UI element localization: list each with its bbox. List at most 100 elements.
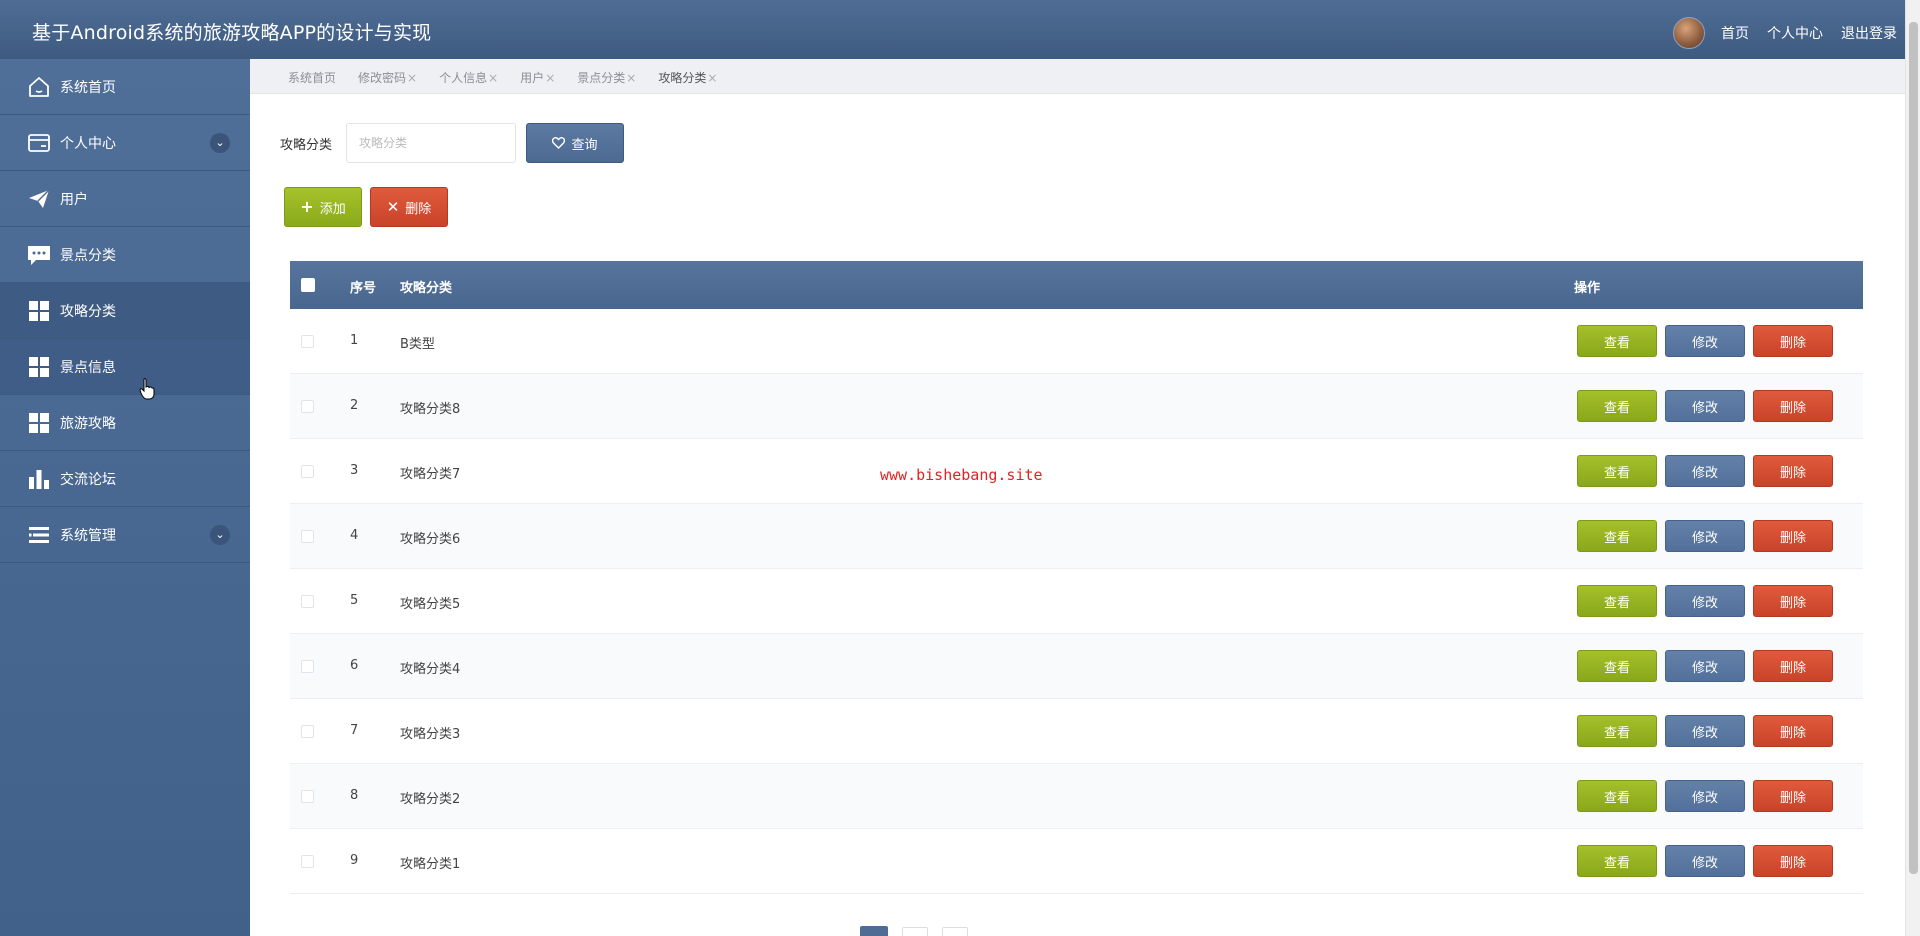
tabs-bar: 系统首页 修改密码× 个人信息× 用户× 景点分类× 攻略分类× — [250, 59, 1905, 94]
edit-button[interactable]: 修改 — [1665, 390, 1745, 422]
row-name: 攻略分类6 — [400, 532, 461, 547]
sidebar-item-label: 景点信息 — [60, 359, 116, 376]
delete-button[interactable]: 删除 — [1753, 585, 1833, 617]
chevron-down-icon[interactable]: ⌄ — [210, 132, 230, 153]
search-input[interactable] — [346, 123, 516, 163]
edit-button[interactable]: 修改 — [1665, 325, 1745, 357]
delete-button[interactable]: 删除 — [1753, 715, 1833, 747]
page-jump-input[interactable] — [942, 927, 968, 936]
close-icon[interactable]: × — [545, 71, 555, 85]
delete-button[interactable]: 删除 — [1753, 390, 1833, 422]
view-button[interactable]: 查看 — [1577, 455, 1657, 487]
add-button[interactable]: + 添加 — [284, 187, 362, 227]
scrollbar-thumb[interactable] — [1909, 22, 1918, 874]
tab-guide-category[interactable]: 攻略分类× — [658, 69, 717, 86]
edit-button[interactable]: 修改 — [1665, 780, 1745, 812]
row-name: 攻略分类3 — [400, 727, 461, 742]
view-button[interactable]: 查看 — [1577, 520, 1657, 552]
close-icon[interactable]: × — [488, 71, 498, 85]
grid-icon — [26, 354, 52, 380]
delete-button[interactable]: 删除 — [1753, 520, 1833, 552]
row-seq: 1 — [350, 333, 359, 348]
sidebar-item-label: 系统管理 — [60, 527, 116, 544]
row-checkbox[interactable] — [301, 400, 314, 413]
delete-button[interactable]: 删除 — [1753, 325, 1833, 357]
edit-button[interactable]: 修改 — [1665, 455, 1745, 487]
view-button[interactable]: 查看 — [1577, 845, 1657, 877]
delete-button[interactable]: 删除 — [1753, 780, 1833, 812]
edit-button[interactable]: 修改 — [1665, 520, 1745, 552]
page-button-active[interactable] — [860, 926, 888, 936]
close-icon[interactable]: × — [626, 71, 636, 85]
query-button[interactable]: 查询 — [526, 123, 624, 163]
row-checkbox[interactable] — [301, 855, 314, 868]
delete-button[interactable]: 删除 — [1753, 650, 1833, 682]
edit-button[interactable]: 修改 — [1665, 585, 1745, 617]
header-links: 首页 个人中心 退出登录 — [1673, 17, 1897, 49]
row-name: 攻略分类7 — [400, 467, 461, 482]
profile-link[interactable]: 个人中心 — [1767, 23, 1823, 43]
edit-button[interactable]: 修改 — [1665, 650, 1745, 682]
tab-home[interactable]: 系统首页 — [288, 69, 336, 86]
sidebar-item-label: 用户 — [60, 191, 88, 208]
page-scrollbar[interactable] — [1905, 0, 1920, 936]
view-button[interactable]: 查看 — [1577, 585, 1657, 617]
sidebar-item-guide-category[interactable]: 攻略分类 — [0, 283, 250, 339]
table-row: 1 B类型 查看 修改 删除 — [290, 309, 1863, 374]
sidebar-item-travel-guide[interactable]: 旅游攻略 — [0, 395, 250, 451]
row-seq: 9 — [350, 853, 359, 868]
view-button[interactable]: 查看 — [1577, 650, 1657, 682]
row-checkbox[interactable] — [301, 595, 314, 608]
pagination — [860, 926, 968, 936]
sidebar-item-profile[interactable]: 个人中心 ⌄ — [0, 115, 250, 171]
table-row: 5 攻略分类5 查看 修改 删除 — [290, 569, 1863, 634]
home-link[interactable]: 首页 — [1721, 23, 1749, 43]
sidebar-item-users[interactable]: 用户 — [0, 171, 250, 227]
select-all-checkbox[interactable] — [301, 278, 315, 292]
delete-button[interactable]: 删除 — [1753, 455, 1833, 487]
chevron-down-icon[interactable]: ⌄ — [210, 524, 230, 545]
tab-scenic-category[interactable]: 景点分类× — [577, 69, 636, 86]
batch-delete-button[interactable]: ✕ 删除 — [370, 187, 448, 227]
logout-link[interactable]: 退出登录 — [1841, 23, 1897, 43]
row-seq: 5 — [350, 593, 359, 608]
row-seq: 8 — [350, 788, 359, 803]
row-checkbox[interactable] — [301, 530, 314, 543]
row-checkbox[interactable] — [301, 465, 314, 478]
table-row: 9 攻略分类1 查看 修改 删除 — [290, 829, 1863, 894]
delete-button[interactable]: 删除 — [1753, 845, 1833, 877]
row-name: 攻略分类8 — [400, 402, 461, 417]
sidebar-item-label: 交流论坛 — [60, 471, 116, 488]
card-icon — [26, 130, 52, 156]
table-row: 7 攻略分类3 查看 修改 删除 — [290, 699, 1863, 764]
sidebar-item-scenic-category[interactable]: 景点分类 — [0, 227, 250, 283]
sidebar-item-scenic-info[interactable]: 景点信息 — [0, 339, 250, 395]
page-size-select[interactable] — [902, 927, 928, 936]
row-name: 攻略分类2 — [400, 792, 461, 807]
close-icon[interactable]: × — [707, 71, 717, 85]
tab-change-password[interactable]: 修改密码× — [358, 69, 417, 86]
tab-users[interactable]: 用户× — [520, 69, 555, 86]
view-button[interactable]: 查看 — [1577, 715, 1657, 747]
avatar[interactable] — [1673, 17, 1705, 49]
close-icon[interactable]: × — [407, 71, 417, 85]
column-header[interactable]: 攻略分类 — [400, 277, 452, 296]
edit-button[interactable]: 修改 — [1665, 845, 1745, 877]
sidebar-item-forum[interactable]: 交流论坛 — [0, 451, 250, 507]
search-label: 攻略分类 — [280, 138, 333, 153]
hand-cursor-icon — [139, 378, 155, 400]
view-button[interactable]: 查看 — [1577, 325, 1657, 357]
view-button[interactable]: 查看 — [1577, 780, 1657, 812]
row-checkbox[interactable] — [301, 725, 314, 738]
row-checkbox[interactable] — [301, 660, 314, 673]
sidebar-item-home[interactable]: 系统首页 — [0, 59, 250, 115]
row-seq: 4 — [350, 528, 359, 543]
bar-chart-icon — [26, 466, 52, 492]
row-checkbox[interactable] — [301, 790, 314, 803]
row-checkbox[interactable] — [301, 335, 314, 348]
view-button[interactable]: 查看 — [1577, 390, 1657, 422]
tab-personal-info[interactable]: 个人信息× — [439, 69, 498, 86]
edit-button[interactable]: 修改 — [1665, 715, 1745, 747]
row-seq: 2 — [350, 398, 359, 413]
sidebar-item-system[interactable]: 系统管理 ⌄ — [0, 507, 250, 563]
